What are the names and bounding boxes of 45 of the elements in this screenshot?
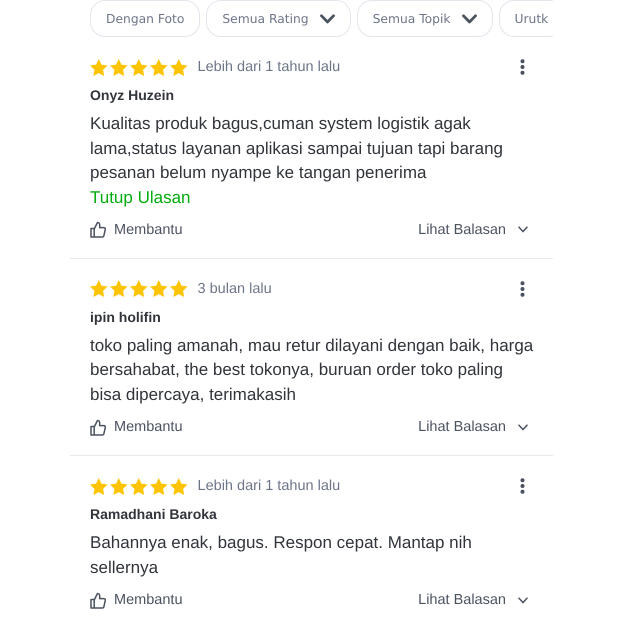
more-options-icon[interactable] bbox=[520, 280, 525, 296]
review-time: Lebih dari 1 tahun lalu bbox=[198, 59, 340, 75]
star-icon bbox=[110, 280, 128, 297]
review-time: 3 bulan lalu bbox=[198, 280, 272, 296]
chevron-down-icon bbox=[518, 596, 528, 604]
view-replies-button[interactable]: Lihat Balasan bbox=[418, 222, 528, 238]
star-icon bbox=[170, 478, 188, 494]
filter-chip[interactable]: Dengan Foto bbox=[90, 0, 200, 37]
thumbs-up-icon bbox=[90, 418, 106, 436]
star-icon bbox=[90, 58, 108, 76]
more-options-icon[interactable] bbox=[520, 59, 525, 75]
star-icon bbox=[90, 280, 108, 297]
review-text: Kualitas produk bagus,cuman system logistik agak lama,status layanan aplikasi sampai tujuan tapi barang pesanan belum nyampe ke tangan penerima bbox=[90, 113, 504, 184]
chevron-down-icon bbox=[320, 14, 335, 24]
star-icon bbox=[170, 280, 188, 297]
star-icon bbox=[130, 478, 148, 494]
star-icon bbox=[130, 58, 148, 76]
reviewer-name: ipin holifin bbox=[90, 308, 162, 326]
view-replies-button[interactable]: Lihat Balasan bbox=[418, 419, 528, 435]
reviewer-name: Ramadhani Baroka bbox=[90, 505, 218, 524]
star-icon bbox=[170, 58, 188, 76]
thumbs-up-icon bbox=[90, 592, 106, 608]
chevron-down-icon bbox=[518, 226, 528, 233]
star-icon bbox=[110, 58, 128, 76]
chevron-down-icon bbox=[518, 424, 528, 430]
filter-chip[interactable]: Semua Rating bbox=[206, 0, 351, 37]
helpful-button[interactable]: Membantu bbox=[90, 592, 183, 608]
thumbs-up-icon bbox=[90, 221, 106, 238]
reviewer-name: Onyz Huzein bbox=[90, 86, 176, 105]
filter-chip[interactable]: Semua Topik bbox=[356, 0, 492, 37]
star-icon bbox=[90, 478, 108, 494]
more-options-icon[interactable] bbox=[520, 478, 525, 494]
filter-chip[interactable]: Urutk bbox=[498, 0, 553, 37]
review-text: toko paling amanah, mau retur dilayani dengan baik, harga bersahabat, the best tokonya, buruan order toko paling bisa dipercaya, terimakasih bbox=[90, 334, 534, 406]
star-icon bbox=[150, 280, 168, 297]
review-text: Bahannya enak, bagus. Respon cepat. Mantap nih sellernya bbox=[90, 532, 473, 578]
star-icon bbox=[150, 58, 168, 76]
star-icon bbox=[150, 478, 168, 494]
view-replies-button[interactable]: Lihat Balasan bbox=[418, 592, 528, 608]
chevron-down-icon bbox=[462, 14, 476, 24]
star-icon bbox=[130, 280, 148, 297]
review-time: Lebih dari 1 tahun lalu bbox=[198, 478, 340, 494]
helpful-button[interactable]: Membantu bbox=[90, 221, 183, 238]
helpful-button[interactable]: Membantu bbox=[90, 418, 183, 436]
star-icon bbox=[110, 478, 128, 494]
